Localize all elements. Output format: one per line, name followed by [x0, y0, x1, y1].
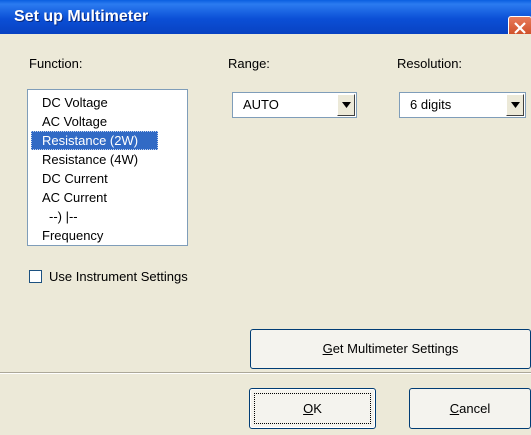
mnemonic-g: G — [322, 341, 333, 356]
button-label: ancel — [459, 401, 491, 416]
list-item[interactable]: DC Current — [31, 169, 158, 188]
resolution-dropdown-button[interactable] — [506, 94, 524, 116]
list-item[interactable]: AC Voltage — [31, 112, 158, 131]
function-label: Function: — [29, 56, 83, 71]
range-value: AUTO — [243, 97, 279, 112]
cancel-button[interactable]: Cancel — [409, 388, 531, 429]
list-item[interactable]: AC Current — [31, 188, 158, 207]
function-listbox[interactable]: DC Voltage AC Voltage Resistance (2W) Re… — [27, 89, 188, 246]
divider — [0, 372, 531, 374]
list-item-selected[interactable]: Resistance (2W) — [31, 131, 158, 150]
resolution-label: Resolution: — [397, 56, 463, 71]
dialog-body: Function: Range: Resolution: DC Voltage … — [0, 34, 531, 435]
list-item[interactable]: --) |-- — [31, 207, 158, 226]
list-item[interactable]: DC Voltage — [31, 93, 158, 112]
get-multimeter-settings-button[interactable]: Get Multimeter Settings — [250, 329, 531, 369]
list-item[interactable]: Resistance (4W) — [31, 150, 158, 169]
chevron-down-icon — [342, 102, 351, 108]
chevron-down-icon — [511, 102, 520, 108]
button-label: et Multimeter Settings — [332, 341, 459, 356]
focus-rect — [254, 393, 371, 424]
list-item[interactable]: Frequency — [31, 226, 158, 245]
use-instrument-settings-checkbox[interactable] — [29, 270, 42, 283]
mnemonic-c: C — [449, 401, 460, 416]
range-label: Range: — [228, 56, 270, 71]
resolution-value: 6 digits — [410, 97, 452, 112]
window-title: Set up Multimeter — [14, 8, 149, 25]
range-dropdown[interactable]: AUTO — [232, 92, 357, 118]
use-instrument-settings-label: Use Instrument Settings — [49, 269, 188, 284]
ok-button[interactable]: OK — [249, 388, 376, 429]
title-bar[interactable]: Set up Multimeter — [0, 0, 531, 40]
close-icon — [514, 22, 526, 34]
resolution-dropdown[interactable]: 6 digits — [399, 92, 526, 118]
range-dropdown-button[interactable] — [337, 94, 355, 116]
